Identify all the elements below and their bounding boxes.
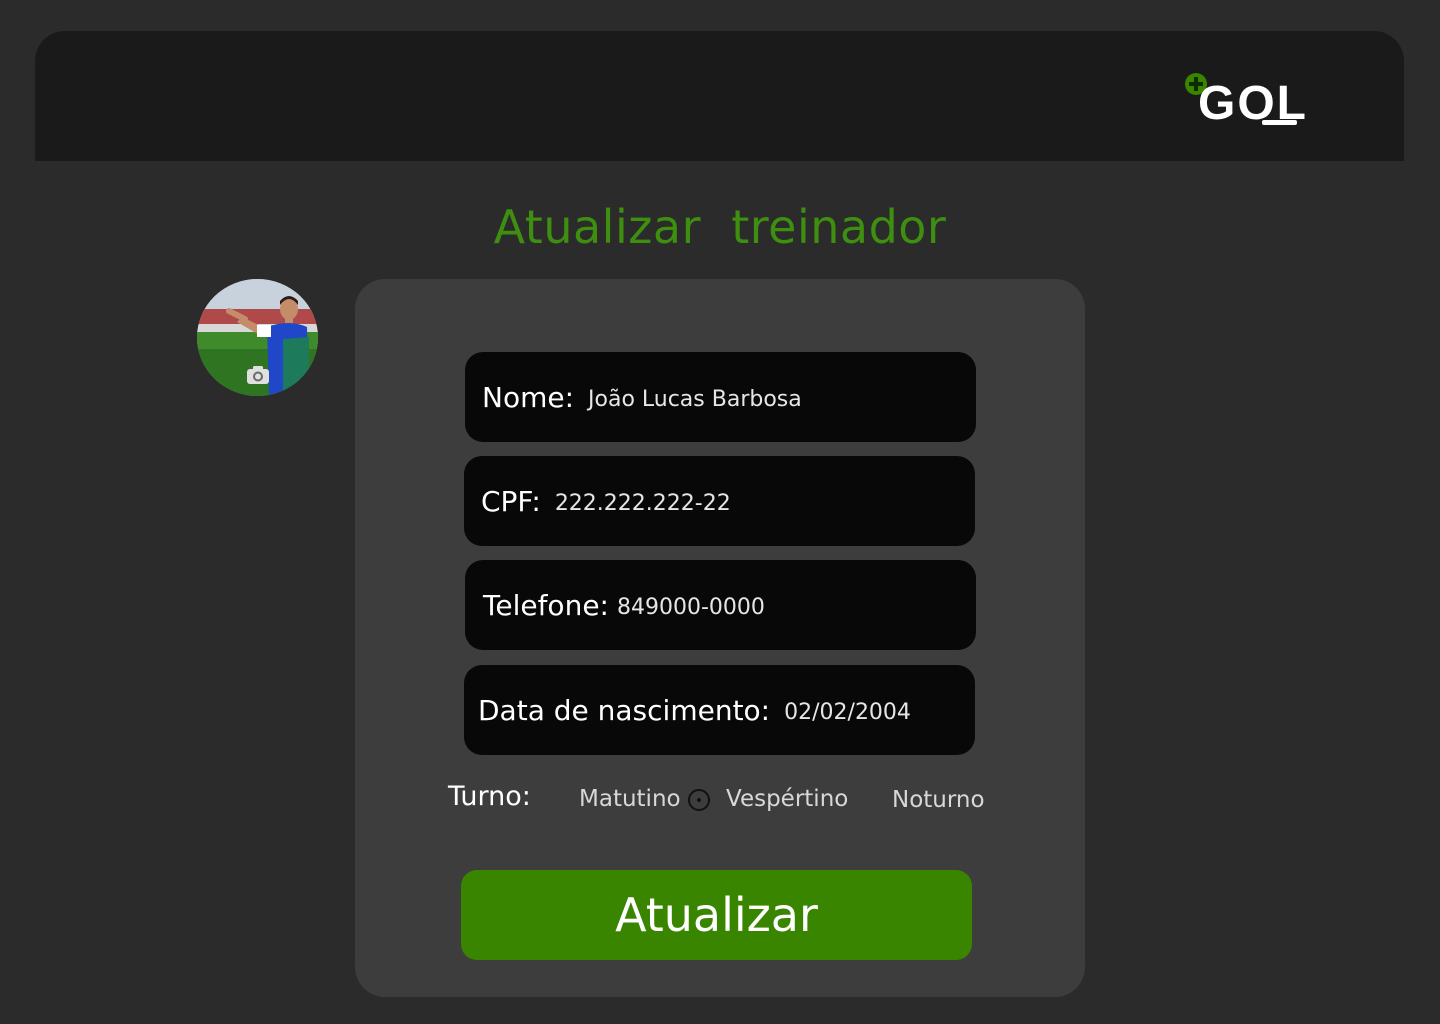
telefone-field[interactable]: Telefone: 849000-0000 (465, 560, 976, 650)
nascimento-value[interactable]: 02/02/2004 (784, 696, 911, 725)
nome-value[interactable]: João Lucas Barbosa (588, 383, 802, 412)
cpf-field[interactable]: CPF: 222.222.222-22 (464, 456, 975, 546)
turno-option-matutino[interactable]: Matutino (579, 786, 681, 812)
page-title: Atualizar treinador (493, 200, 947, 254)
gol-logo[interactable]: GOL (1183, 70, 1363, 130)
camera-icon[interactable] (246, 364, 270, 386)
nome-label: Nome: (482, 380, 575, 414)
nome-field[interactable]: Nome: João Lucas Barbosa (465, 352, 976, 442)
telefone-label: Telefone: (483, 588, 609, 622)
turno-option-vespertino[interactable]: Vespértino (726, 786, 848, 812)
turno-option-noturno[interactable]: Noturno (892, 787, 985, 813)
telefone-value[interactable]: 849000-0000 (617, 591, 765, 620)
radio-button[interactable] (688, 789, 710, 811)
update-button[interactable]: Atualizar (461, 870, 972, 960)
nascimento-field[interactable]: Data de nascimento: 02/02/2004 (464, 665, 975, 755)
turno-label: Turno: (448, 781, 531, 812)
cpf-value[interactable]: 222.222.222-22 (555, 487, 731, 516)
cpf-label: CPF: (481, 484, 541, 518)
nascimento-label: Data de nascimento: (478, 693, 771, 727)
